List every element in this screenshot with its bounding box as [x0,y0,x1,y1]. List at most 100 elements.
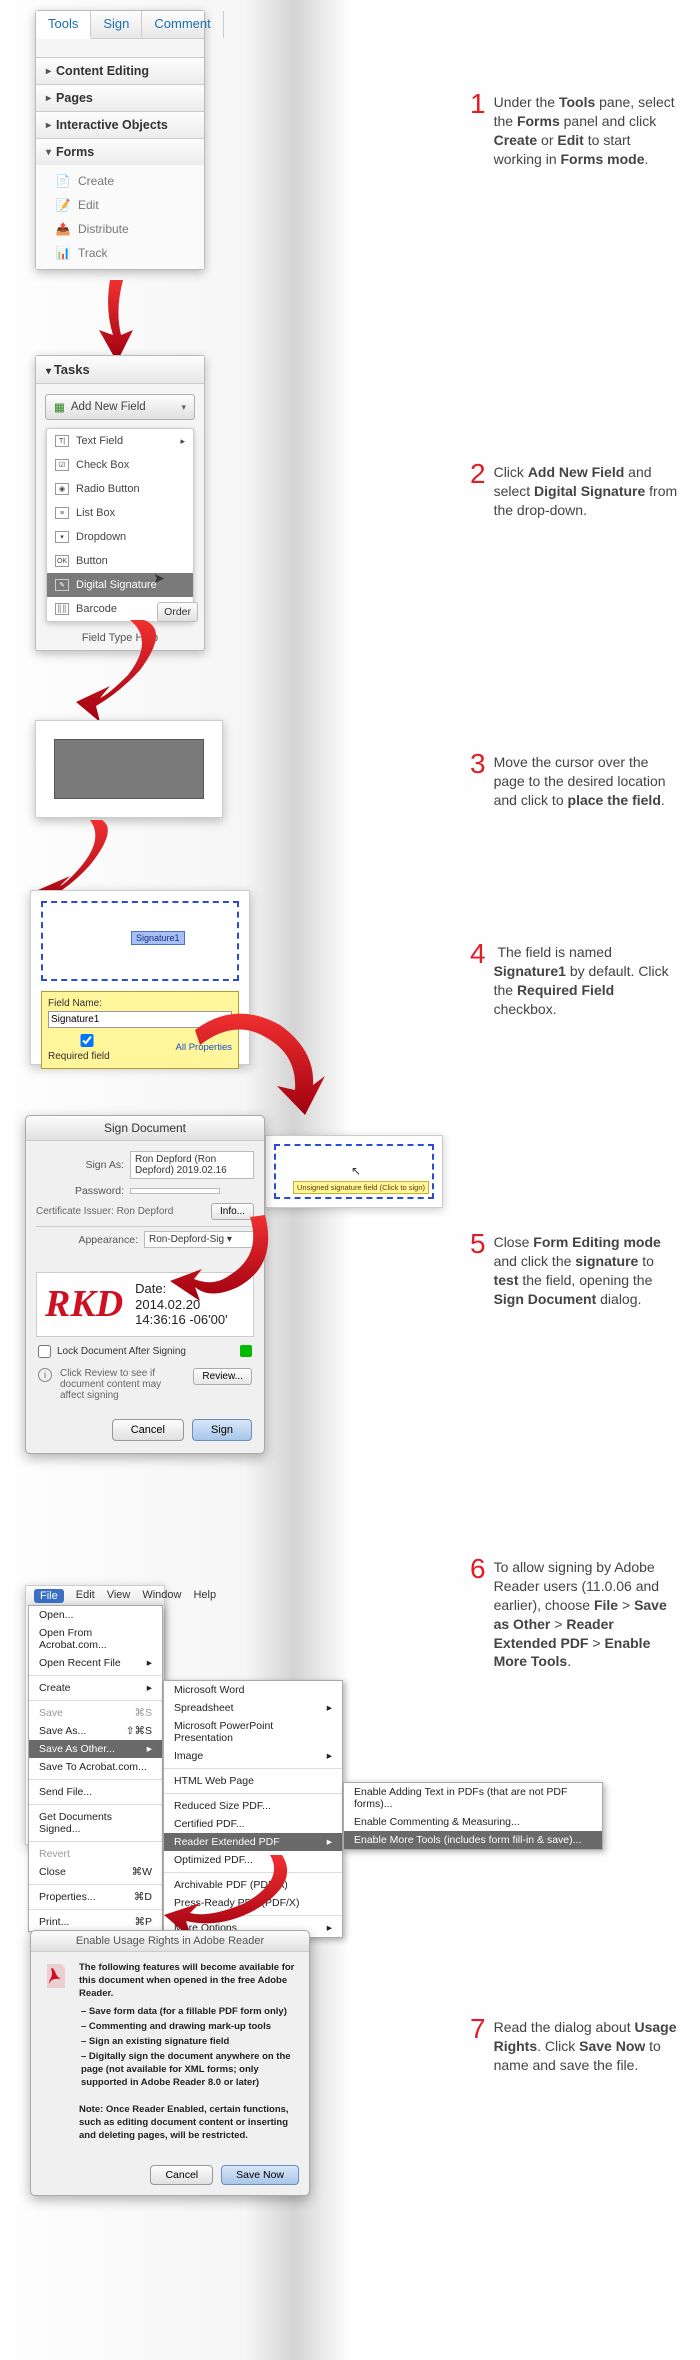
password-input[interactable] [130,1188,220,1194]
sign-button[interactable]: Sign [192,1419,252,1441]
tab-order-button[interactable]: Order [157,602,198,622]
field-text[interactable]: T|Text Field▸ [47,429,193,453]
mi-close[interactable]: Close⌘W [29,1863,162,1881]
menu-view[interactable]: View [107,1589,131,1603]
mi-revert[interactable]: Revert [29,1845,162,1863]
mi-enable-commenting[interactable]: Enable Commenting & Measuring... [344,1813,602,1831]
forms-create[interactable]: 📄Create [36,169,204,193]
save-as-other-submenu: Microsoft Word Spreadsheet▸ Microsoft Po… [163,1680,343,1938]
menu-window[interactable]: Window [142,1589,181,1603]
signature-initials: RKD [45,1282,123,1326]
field-dropdown[interactable]: ▾Dropdown [47,525,193,549]
mi-optimized[interactable]: Optimized PDF... [164,1851,342,1869]
add-new-field-button[interactable]: ▦ Add New Field [45,394,195,420]
radio-icon: ◉ [55,483,69,495]
step-7: 7 Read the dialog about Usage Rights. Cl… [470,2015,680,2075]
create-icon: 📄 [56,174,70,188]
mi-open[interactable]: Open... [29,1606,162,1624]
dialog-title: Enable Usage Rights in Adobe Reader [31,1931,309,1952]
tab-tools[interactable]: Tools [36,11,91,39]
save-now-button[interactable]: Save Now [221,2165,299,2185]
mi-spreadsheet[interactable]: Spreadsheet▸ [164,1699,342,1717]
step-text: Move the cursor over the page to the des… [494,750,680,810]
forms-distribute[interactable]: 📤Distribute [36,217,204,241]
field-checkbox[interactable]: ☑Check Box [47,453,193,477]
mi-save[interactable]: Save⌘S [29,1704,162,1722]
step-4: 4 The field is named Signature1 by defau… [470,940,680,1019]
field-name-input[interactable] [48,1011,232,1028]
sign-as-select[interactable]: Ron Depford (Ron Depford) 2019.02.16 [130,1151,254,1179]
step-number: 1 [470,90,486,169]
tab-comment[interactable]: Comment [142,11,223,38]
step-text: Read the dialog about Usage Rights. Clic… [494,2015,680,2075]
mi-open-acrobat[interactable]: Open From Acrobat.com... [29,1624,162,1654]
appearance-select[interactable]: Ron-Depford-Sig ▾ [144,1231,254,1248]
mi-enable-adding-text[interactable]: Enable Adding Text in PDFs (that are not… [344,1783,602,1813]
lock-document-checkbox[interactable] [38,1345,51,1358]
mi-press-ready[interactable]: Press-Ready PDF (PDF/X) [164,1894,342,1912]
step-3: 3 Move the cursor over the page to the d… [470,750,680,810]
tab-sign[interactable]: Sign [91,11,142,38]
step-text: To allow signing by Adobe Reader users (… [494,1555,680,1671]
required-field-checkbox[interactable]: Required field [48,1032,126,1062]
acc-forms[interactable]: Forms [36,138,204,165]
menu-edit[interactable]: Edit [76,1589,95,1603]
cert-issuer-label: Certificate Issuer: Ron Depford [36,1206,205,1217]
adobe-pdf-icon [43,1962,69,1990]
forms-edit[interactable]: 📝Edit [36,193,204,217]
acc-pages[interactable]: Pages [36,84,204,111]
tasks-header[interactable]: Tasks [36,356,204,384]
step-text: The field is named Signature1 by default… [494,940,680,1019]
step-text: Close Form Editing mode and click the si… [494,1230,680,1309]
field-digital-signature[interactable]: ✎Digital Signature [47,573,193,597]
unsigned-tooltip: Unsigned signature field (Click to sign) [293,1181,429,1194]
mi-reader-extended[interactable]: Reader Extended PDF▸ [164,1833,342,1851]
mi-enable-more-tools[interactable]: Enable More Tools (includes form fill-in… [344,1831,602,1849]
cancel-button[interactable]: Cancel [112,1419,184,1441]
acc-content-editing[interactable]: Content Editing [36,57,204,84]
mi-send-file[interactable]: Send File... [29,1783,162,1801]
field-type-dropdown: T|Text Field▸ ☑Check Box ◉Radio Button ≡… [46,428,194,622]
menu-help[interactable]: Help [193,1589,216,1603]
cancel-button[interactable]: Cancel [150,2165,213,2185]
all-properties-link[interactable]: All Properties [176,1042,233,1053]
tools-pane: Tools Sign Comment Content Editing Pages… [35,10,205,270]
mi-properties[interactable]: Properties...⌘D [29,1888,162,1906]
field-button[interactable]: OKButton [47,549,193,573]
acc-interactive-objects[interactable]: Interactive Objects [36,111,204,138]
mi-html[interactable]: HTML Web Page [164,1772,342,1790]
field-properties-popup: Field Name: Required field All Propertie… [41,991,239,1069]
step-number: 5 [470,1230,486,1309]
mi-certified[interactable]: Certified PDF... [164,1815,342,1833]
mi-ppt[interactable]: Microsoft PowerPoint Presentation [164,1717,342,1747]
distribute-icon: 📤 [56,222,70,236]
field-radio[interactable]: ◉Radio Button [47,477,193,501]
cursor-icon: ↖ [351,1164,361,1178]
review-button[interactable]: Review... [193,1368,252,1385]
usage-rights-dialog: Enable Usage Rights in Adobe Reader The … [30,1930,310,2196]
mi-save-as[interactable]: Save As...⇧⌘S [29,1722,162,1740]
password-label: Password: [36,1185,124,1197]
page-preview [35,720,223,818]
mi-save-acrobat[interactable]: Save To Acrobat.com... [29,1758,162,1776]
mi-get-signed[interactable]: Get Documents Signed... [29,1808,162,1838]
mi-word[interactable]: Microsoft Word [164,1681,342,1699]
cursor-icon: ➤ [153,570,165,587]
mi-create[interactable]: Create▸ [29,1679,162,1697]
mi-open-recent[interactable]: Open Recent File▸ [29,1654,162,1672]
step-number: 2 [470,460,486,520]
signature-placeholder-area[interactable] [54,739,204,799]
mi-archivable[interactable]: Archivable PDF (PDF/A) [164,1876,342,1894]
mi-save-as-other[interactable]: Save As Other...▸ [29,1740,162,1758]
info-button[interactable]: Info... [211,1203,254,1220]
unsigned-signature-field[interactable]: ↖ Unsigned signature field (Click to sig… [274,1144,434,1199]
forms-track[interactable]: 📊Track [36,241,204,265]
field-listbox[interactable]: ≡List Box [47,501,193,525]
mi-print[interactable]: Print...⌘P [29,1913,162,1931]
mi-image[interactable]: Image▸ [164,1747,342,1765]
step-number: 7 [470,2015,486,2075]
mi-reduced[interactable]: Reduced Size PDF... [164,1797,342,1815]
field-type-help[interactable]: Field Type Help [36,626,204,650]
menu-file[interactable]: File [34,1589,64,1603]
usage-rights-text: The following features will become avail… [79,1962,297,2149]
